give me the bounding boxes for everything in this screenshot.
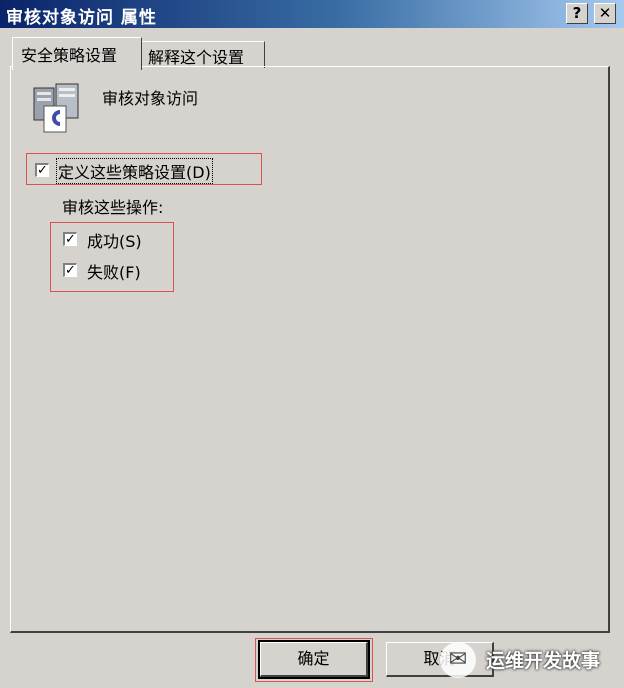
define-settings-label[interactable]: 定义这些策略设置(D)	[56, 158, 213, 184]
close-button[interactable]: ✕	[594, 3, 616, 24]
define-settings-checkbox[interactable]: ✓	[35, 163, 49, 177]
policy-name: 审核对象访问	[102, 89, 199, 108]
success-label[interactable]: 成功(S)	[87, 228, 142, 252]
ok-button[interactable]: 确定	[258, 640, 370, 679]
help-button[interactable]: ?	[566, 3, 588, 24]
watermark-text: 运维开发故事	[486, 650, 601, 672]
window-title: 审核对象访问 属性	[6, 8, 157, 28]
watermark: ✉ 运维开发故事	[440, 640, 614, 680]
wechat-icon: ✉	[440, 642, 476, 678]
failure-label[interactable]: 失败(F)	[87, 259, 141, 283]
failure-checkbox[interactable]: ✓	[63, 263, 77, 277]
tab-panel	[10, 66, 610, 633]
server-policy-icon	[33, 83, 79, 133]
audit-ops-heading: 审核这些操作:	[62, 198, 164, 217]
tab-security-policy[interactable]: 安全策略设置	[12, 37, 142, 70]
tab-explain[interactable]: 解释这个设置	[141, 41, 265, 68]
success-checkbox[interactable]: ✓	[63, 232, 77, 246]
title-bar: 审核对象访问 属性 ? ✕	[0, 0, 624, 28]
